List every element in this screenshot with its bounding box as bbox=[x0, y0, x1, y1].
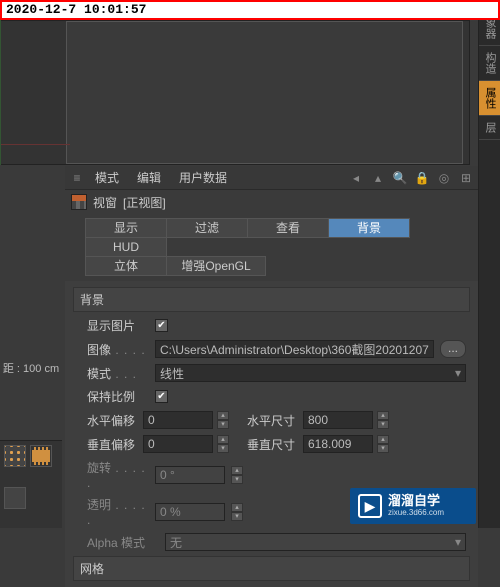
watermark-brand: 溜溜自学 bbox=[388, 494, 444, 508]
input-image-path[interactable]: C:\Users\Administrator\Desktop\360截图2020… bbox=[155, 340, 434, 358]
vtab-attributes[interactable]: 属性 bbox=[479, 81, 500, 116]
label-v-size: 垂直尺寸 bbox=[247, 436, 299, 453]
spinner-h-size[interactable]: ▴▾ bbox=[377, 411, 389, 429]
panel-menu-icon[interactable]: ≡ bbox=[69, 170, 85, 186]
checkbox-show-image[interactable]: ✔ bbox=[155, 319, 168, 332]
background-section: 背景 显示图片 ✔ 图像 . . . . C:\Users\Administra… bbox=[65, 281, 478, 587]
tab-background[interactable]: 背景 bbox=[328, 218, 410, 238]
label-mode: 模式 . . . bbox=[87, 365, 149, 382]
target-icon[interactable]: ◎ bbox=[436, 170, 452, 186]
label-v-offset: 垂直偏移 bbox=[87, 436, 139, 453]
row-show-image: 显示图片 ✔ bbox=[73, 314, 470, 337]
viewport-inner[interactable] bbox=[66, 21, 463, 164]
nav-back-icon[interactable]: ◂ bbox=[348, 170, 364, 186]
row-v-offset-size: 垂直偏移 0 ▴▾ 垂直尺寸 618.009 ▴▾ bbox=[73, 432, 470, 456]
panel-menubar: ≡ 模式 编辑 用户数据 ◂ ▴ 🔍 🔒 ◎ ⊞ bbox=[65, 166, 478, 190]
input-h-offset[interactable]: 0 bbox=[143, 411, 213, 429]
row-keep-ratio: 保持比例 ✔ bbox=[73, 385, 470, 408]
watermark-url: zixue.3d66.com bbox=[388, 509, 444, 518]
spinner-v-size[interactable]: ▴▾ bbox=[377, 435, 389, 453]
menu-mode[interactable]: 模式 bbox=[87, 167, 127, 188]
panel-title-row: 视窗 [正视图] bbox=[65, 190, 478, 214]
label-h-size: 水平尺寸 bbox=[247, 412, 299, 429]
tab-stereo[interactable]: 立体 bbox=[85, 256, 167, 276]
new-tab-icon[interactable]: ⊞ bbox=[458, 170, 474, 186]
right-sidebar-tabs: 对象器 构造 属性 层 bbox=[478, 0, 500, 528]
dropdown-mode[interactable]: 线性 bbox=[155, 364, 466, 382]
label-show-image: 显示图片 bbox=[87, 317, 149, 334]
panel-title: 视窗 bbox=[93, 194, 117, 211]
timestamp-bar: 2020-12-7 10:01:57 bbox=[0, 0, 500, 20]
spinner-h-offset[interactable]: ▴▾ bbox=[217, 411, 229, 429]
spinner-opacity: ▴▾ bbox=[231, 503, 243, 521]
input-v-size[interactable]: 618.009 bbox=[303, 435, 373, 453]
row-alpha-mode: Alpha 模式 无 bbox=[73, 530, 470, 554]
label-keep-ratio: 保持比例 bbox=[87, 388, 149, 405]
toolbar-icon-3[interactable] bbox=[4, 487, 26, 509]
viewport-icon bbox=[71, 194, 87, 210]
menu-edit[interactable]: 编辑 bbox=[129, 167, 169, 188]
play-icon: ▶ bbox=[358, 494, 382, 518]
row-h-offset-size: 水平偏移 0 ▴▾ 水平尺寸 800 ▴▾ bbox=[73, 408, 470, 432]
panel-subtitle: [正视图] bbox=[123, 194, 166, 211]
dropdown-alpha: 无 bbox=[165, 533, 466, 551]
grid-distance-label: 距 : 100 cm bbox=[0, 360, 62, 376]
vtab-layers[interactable]: 层 bbox=[479, 116, 500, 140]
section-title-mesh: 网格 bbox=[73, 556, 470, 581]
label-image: 图像 . . . . bbox=[87, 341, 149, 358]
axis-y bbox=[0, 20, 1, 165]
left-toolbar bbox=[0, 440, 62, 528]
tab-filter[interactable]: 过滤 bbox=[166, 218, 248, 238]
watermark: ▶ 溜溜自学 zixue.3d66.com bbox=[350, 488, 476, 524]
label-alpha: Alpha 模式 bbox=[87, 534, 159, 551]
tab-hud[interactable]: HUD bbox=[85, 237, 167, 257]
points-mode-icon[interactable] bbox=[4, 445, 26, 467]
input-opacity: 0 % bbox=[155, 503, 225, 521]
label-h-offset: 水平偏移 bbox=[87, 412, 139, 429]
browse-button[interactable]: ... bbox=[440, 340, 466, 358]
row-mode: 模式 . . . 线性 bbox=[73, 361, 470, 385]
section-title-background: 背景 bbox=[73, 287, 470, 312]
search-icon[interactable]: 🔍 bbox=[392, 170, 408, 186]
menu-userdata[interactable]: 用户数据 bbox=[171, 167, 235, 188]
label-opacity: 透明 . . . . . bbox=[87, 496, 149, 527]
label-rotate: 旋转 . . . . . bbox=[87, 459, 149, 490]
tab-display[interactable]: 显示 bbox=[85, 218, 167, 238]
row-image-path: 图像 . . . . C:\Users\Administrator\Deskto… bbox=[73, 337, 470, 361]
tab-view[interactable]: 查看 bbox=[247, 218, 329, 238]
film-mode-icon[interactable] bbox=[30, 445, 52, 467]
tab-opengl[interactable]: 增强OpenGL bbox=[166, 256, 266, 276]
attribute-tabs: 显示 过滤 查看 背景 HUD 立体 增强OpenGL bbox=[65, 214, 478, 281]
lock-icon[interactable]: 🔒 bbox=[414, 170, 430, 186]
spinner-v-offset[interactable]: ▴▾ bbox=[217, 435, 229, 453]
axis-x bbox=[0, 144, 70, 145]
checkbox-keep-ratio[interactable]: ✔ bbox=[155, 390, 168, 403]
nav-up-icon[interactable]: ▴ bbox=[370, 170, 386, 186]
spinner-rotate: ▴▾ bbox=[231, 466, 243, 484]
viewport-area[interactable] bbox=[0, 20, 470, 165]
input-rotate: 0 ° bbox=[155, 466, 225, 484]
input-h-size[interactable]: 800 bbox=[303, 411, 373, 429]
input-v-offset[interactable]: 0 bbox=[143, 435, 213, 453]
vtab-structure[interactable]: 构造 bbox=[479, 46, 500, 81]
